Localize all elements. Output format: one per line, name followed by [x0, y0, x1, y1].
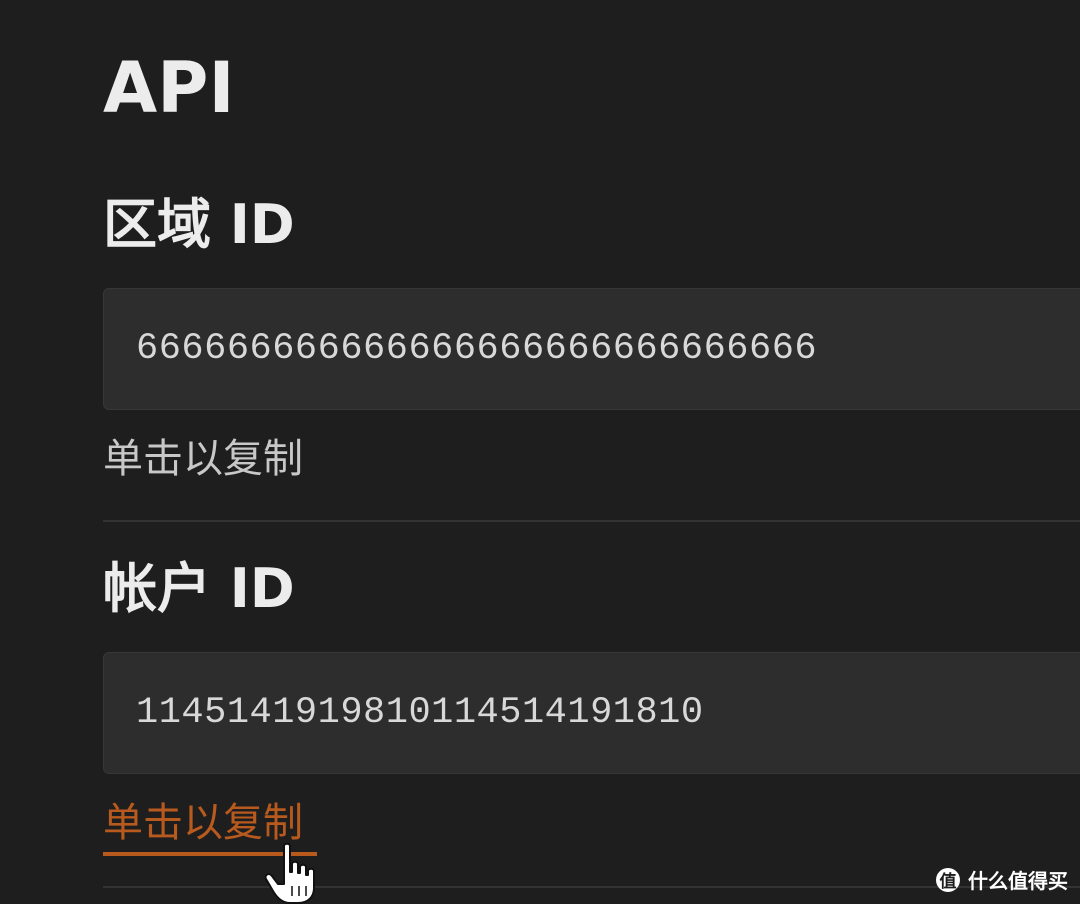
hand-pointer-icon: [264, 842, 315, 904]
region-id-value[interactable]: 666666666666666666666666666666: [136, 319, 817, 379]
region-id-box[interactable]: 666666666666666666666666666666: [103, 288, 1080, 410]
account-id-label: 帐户 ID: [103, 557, 295, 620]
region-id-copy-link[interactable]: 单击以复制: [103, 432, 303, 486]
section-divider-bottom: [103, 886, 1080, 888]
account-id-box[interactable]: 114514191981011451419181​0: [103, 652, 1080, 774]
section-divider: [103, 520, 1080, 522]
account-id-value[interactable]: 114514191981011451419181​0: [136, 683, 704, 743]
region-id-label: 区域 ID: [103, 193, 295, 256]
watermark: 值 什么值得买: [936, 865, 1068, 894]
page-title: API: [103, 47, 235, 129]
watermark-logo-icon: 值: [936, 867, 960, 892]
watermark-text: 什么值得买: [968, 869, 1068, 893]
